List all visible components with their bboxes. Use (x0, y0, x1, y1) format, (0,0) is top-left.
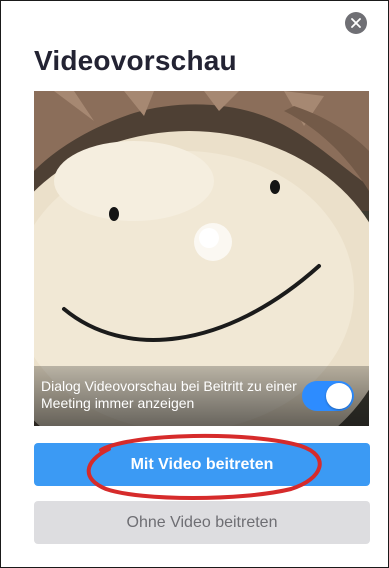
close-icon (351, 18, 361, 28)
join-with-video-button[interactable]: Mit Video beitreten (34, 443, 370, 486)
join-without-video-button[interactable]: Ohne Video beitreten (34, 501, 370, 544)
video-preview-dialog: Videovorschau Dialog Videovorschau bei B… (0, 0, 389, 568)
close-button[interactable] (345, 12, 367, 34)
toggle-knob (326, 383, 352, 409)
always-show-preview-label: Dialog Videovorschau bei Beitritt zu ein… (41, 378, 297, 411)
dialog-title: Videovorschau (34, 45, 237, 76)
always-show-preview-toggle[interactable] (302, 381, 354, 411)
video-preview: Dialog Videovorschau bei Beitritt zu ein… (34, 91, 369, 426)
